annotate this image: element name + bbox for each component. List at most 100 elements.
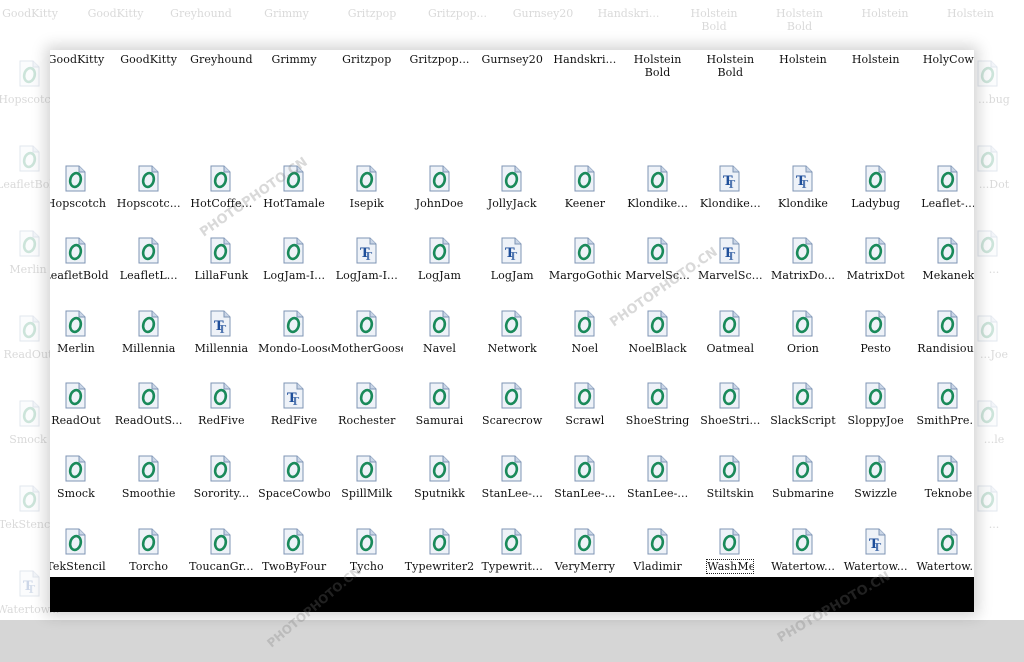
font-file-item[interactable]: Klondike... bbox=[622, 121, 694, 210]
font-file-item[interactable]: Tycho bbox=[331, 484, 403, 573]
font-file-item[interactable]: Hopscotch bbox=[50, 121, 112, 210]
font-file-item[interactable]: ShoeString bbox=[622, 338, 694, 427]
font-file-item[interactable]: T T MarvelSc... bbox=[694, 193, 766, 282]
font-file-item[interactable]: Gritzpop... bbox=[404, 50, 476, 120]
font-file-item[interactable]: Sputnikk bbox=[404, 411, 476, 500]
font-file-item[interactable]: WashMe bbox=[694, 484, 766, 574]
font-file-item[interactable]: MotherGoose bbox=[331, 266, 403, 355]
font-file-item[interactable]: T T Klondike... bbox=[694, 121, 766, 210]
font-file-item[interactable]: SloppyJoe bbox=[840, 338, 912, 427]
font-file-item[interactable]: Navel bbox=[404, 266, 476, 355]
font-file-item[interactable]: TT Watertow... bbox=[840, 484, 912, 573]
background-font-icon bbox=[976, 230, 998, 257]
font-file-item[interactable]: Holstein bbox=[767, 50, 839, 120]
font-file-item[interactable]: HotTamale bbox=[258, 121, 330, 210]
font-file-item[interactable]: LeafletL... bbox=[113, 193, 185, 282]
font-file-item[interactable]: RedFive bbox=[185, 338, 257, 427]
font-file-item[interactable]: SpaceCowboy bbox=[258, 411, 330, 500]
font-file-item[interactable]: StanLee-... bbox=[476, 411, 548, 500]
font-file-item[interactable]: MatrixDo... bbox=[767, 193, 839, 282]
font-file-item[interactable]: Network bbox=[476, 266, 548, 355]
font-file-item[interactable]: ReadOutS... bbox=[113, 338, 185, 427]
font-file-item[interactable]: GoodKitty bbox=[50, 50, 112, 120]
font-file-item[interactable]: Torcho bbox=[113, 484, 185, 573]
background-font-icon bbox=[976, 60, 998, 87]
font-file-item[interactable]: Grimmy bbox=[258, 50, 330, 120]
font-file-item[interactable]: SlackScript bbox=[767, 338, 839, 427]
opentype-font-icon bbox=[791, 310, 815, 338]
font-file-item[interactable]: Typewrit... bbox=[476, 484, 548, 573]
font-file-item[interactable]: ToucanGr... bbox=[185, 484, 257, 573]
font-file-item[interactable]: Watertow... bbox=[912, 484, 974, 573]
font-file-item[interactable]: Holstein bbox=[840, 50, 912, 120]
font-file-item[interactable]: Vladimir bbox=[622, 484, 694, 573]
font-file-item[interactable]: JollyJack bbox=[476, 121, 548, 210]
font-file-item[interactable]: Watertow... bbox=[767, 484, 839, 573]
font-file-item[interactable]: MargoGothic bbox=[549, 193, 621, 282]
font-file-item[interactable]: LogJam bbox=[404, 193, 476, 282]
font-file-item[interactable]: T T Klondike bbox=[767, 121, 839, 210]
font-file-item[interactable]: GoodKitty bbox=[113, 50, 185, 120]
font-file-item[interactable]: Holstein Bold bbox=[622, 50, 694, 120]
font-file-item[interactable]: Typewriter2 bbox=[404, 484, 476, 573]
font-file-item[interactable]: StanLee-... bbox=[622, 411, 694, 500]
font-file-item[interactable]: Merlin bbox=[50, 266, 112, 355]
font-file-item[interactable]: Isepik bbox=[331, 121, 403, 210]
opentype-font-icon bbox=[864, 310, 888, 338]
font-file-item[interactable]: Smoothie bbox=[113, 411, 185, 500]
font-file-item[interactable]: ReadOut bbox=[50, 338, 112, 427]
font-file-item[interactable]: T T Millennia bbox=[185, 266, 257, 355]
font-file-item[interactable]: Rochester bbox=[331, 338, 403, 427]
font-file-item[interactable]: Scarecrow bbox=[476, 338, 548, 427]
opentype-font-icon bbox=[500, 382, 524, 410]
font-file-item[interactable]: Mekanek bbox=[912, 193, 974, 282]
font-file-item[interactable]: Pesto bbox=[840, 266, 912, 355]
font-file-item[interactable]: TekStencil bbox=[50, 484, 112, 573]
font-file-item[interactable]: Stiltskin bbox=[694, 411, 766, 500]
truetype-font-icon: TT bbox=[718, 237, 742, 265]
font-file-item[interactable]: Millennia bbox=[113, 266, 185, 355]
font-file-item[interactable]: Keener bbox=[549, 121, 621, 210]
font-file-item[interactable]: Submarine bbox=[767, 411, 839, 500]
font-file-item[interactable]: Ladybug bbox=[840, 121, 912, 210]
font-file-item[interactable]: T T LogJam bbox=[476, 193, 548, 282]
font-file-item[interactable]: ShoeStri... bbox=[694, 338, 766, 427]
font-file-item[interactable]: Holstein Bold bbox=[694, 50, 766, 120]
font-file-item[interactable]: SpillMilk bbox=[331, 411, 403, 500]
font-file-item[interactable]: NoelBlack bbox=[622, 266, 694, 355]
font-file-item[interactable]: SmithPre... bbox=[912, 338, 974, 427]
font-file-item[interactable]: Swizzle bbox=[840, 411, 912, 500]
font-file-item[interactable]: StanLee-... bbox=[549, 411, 621, 500]
font-file-item[interactable]: LillaFunk bbox=[185, 193, 257, 282]
font-file-item[interactable]: LogJam-I... bbox=[258, 193, 330, 282]
fonts-folder-window: GoodKitty GoodKitty Greyhound Grimmy Gritzpo… bbox=[50, 50, 974, 612]
font-file-item[interactable]: Leaflet-... bbox=[912, 121, 974, 210]
font-file-item[interactable]: T T RedFive bbox=[258, 338, 330, 427]
font-file-item[interactable]: HotCoffe... bbox=[185, 121, 257, 210]
font-file-item[interactable]: Teknobe bbox=[912, 411, 974, 500]
font-file-item[interactable]: Samurai bbox=[404, 338, 476, 427]
font-file-item[interactable]: MatrixDot bbox=[840, 193, 912, 282]
font-file-item[interactable]: TwoByFour bbox=[258, 484, 330, 573]
font-file-item[interactable]: Randisious bbox=[912, 266, 974, 355]
font-file-item[interactable]: Handskri... bbox=[549, 50, 621, 120]
font-file-item[interactable]: Orion bbox=[767, 266, 839, 355]
font-file-item[interactable]: MarvelSc... bbox=[622, 193, 694, 282]
font-file-item[interactable]: T T LogJam-I... bbox=[331, 193, 403, 282]
font-file-item[interactable]: Hopscotc... bbox=[113, 121, 185, 210]
background-label: Greyhound bbox=[170, 7, 232, 20]
font-file-item[interactable]: LeafletBold bbox=[50, 193, 112, 282]
font-file-item[interactable]: Sorority... bbox=[185, 411, 257, 500]
font-file-item[interactable]: Oatmeal bbox=[694, 266, 766, 355]
font-file-item[interactable]: HolyCow bbox=[912, 50, 974, 120]
opentype-font-icon bbox=[936, 382, 960, 410]
font-file-item[interactable]: Noel bbox=[549, 266, 621, 355]
font-file-item[interactable]: Mondo-Loose bbox=[258, 266, 330, 355]
font-file-item[interactable]: VeryMerry bbox=[549, 484, 621, 573]
font-file-item[interactable]: JohnDoe bbox=[404, 121, 476, 210]
font-file-item[interactable]: Greyhound bbox=[185, 50, 257, 120]
font-file-item[interactable]: Smock bbox=[50, 411, 112, 500]
font-file-item[interactable]: Gritzpop bbox=[331, 50, 403, 120]
font-file-item[interactable]: Scrawl bbox=[549, 338, 621, 427]
font-file-item[interactable]: Gurnsey20 bbox=[476, 50, 548, 120]
